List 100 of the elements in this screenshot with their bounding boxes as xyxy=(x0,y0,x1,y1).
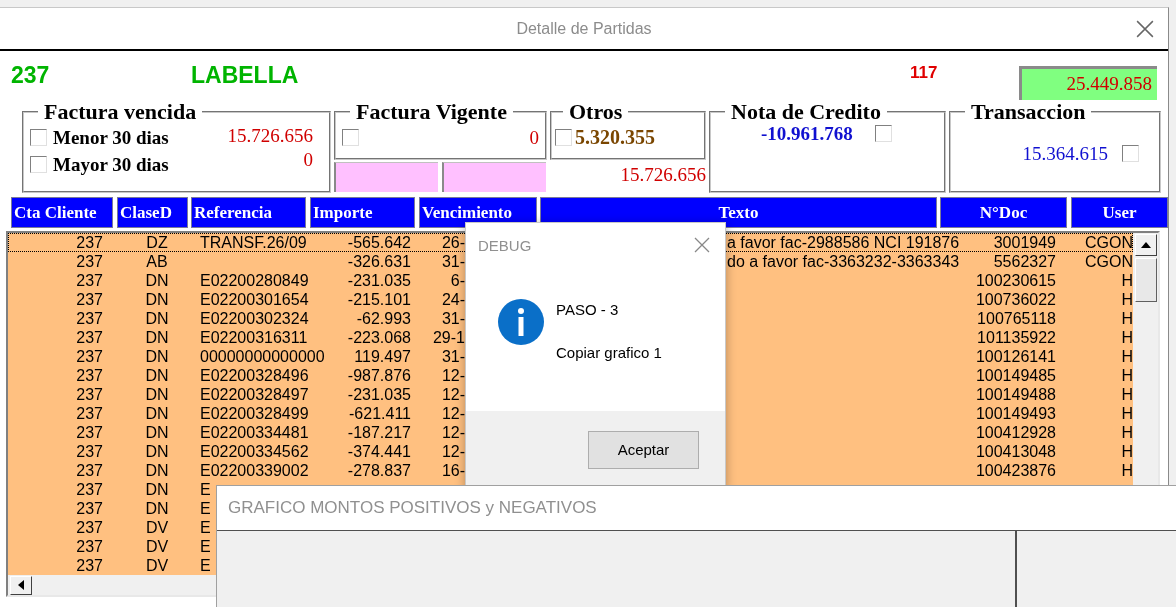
table-cell: H xyxy=(1121,461,1133,480)
checkbox[interactable] xyxy=(30,129,47,146)
table-cell: do a favor fac-3363232-3363343 xyxy=(727,252,960,271)
table-cell: DN xyxy=(145,385,169,404)
amount: 5.320.355 xyxy=(575,126,655,149)
table-cell: -621.411 xyxy=(349,404,411,423)
table-cell: DN xyxy=(145,442,169,461)
amount: -10.961.768 xyxy=(761,122,853,145)
amount: 15.364.615 xyxy=(1022,142,1108,165)
table-cell: E xyxy=(200,518,211,537)
up-arrow-icon xyxy=(1140,242,1151,248)
table-cell: 29-1 xyxy=(432,328,465,347)
table-cell: -231.035 xyxy=(347,271,411,290)
column-header[interactable]: Referencia xyxy=(191,197,306,228)
table-cell: 00000000000000 xyxy=(200,347,325,366)
table-cell: 100413048 xyxy=(975,442,1056,461)
dialog-message: PASO - 3 xyxy=(556,301,620,318)
close-icon xyxy=(1136,19,1154,38)
table-cell: DV xyxy=(145,556,169,575)
column-header[interactable]: Importe xyxy=(310,197,415,228)
table-cell: -278.837 xyxy=(347,461,411,480)
table-cell: DN xyxy=(145,404,169,423)
table-cell: E xyxy=(200,537,211,556)
dialog-message: Copiar grafico 1 xyxy=(556,344,662,361)
table-cell: 26- xyxy=(441,233,465,252)
table-cell: DN xyxy=(145,309,169,328)
input-field[interactable] xyxy=(334,162,438,192)
table-cell: H xyxy=(1121,328,1133,347)
table-cell: -374.441 xyxy=(347,442,411,461)
table-cell: DN xyxy=(145,290,169,309)
checkbox[interactable] xyxy=(342,129,359,146)
checkbox[interactable] xyxy=(874,125,892,142)
scroll-left-button[interactable] xyxy=(10,575,32,595)
table-cell: 31- xyxy=(441,252,465,271)
window-title: Detalle de Partidas xyxy=(516,19,652,38)
table-cell: -223.068 xyxy=(347,328,411,347)
table-cell: 237 xyxy=(76,309,103,328)
table-cell: DN xyxy=(145,423,169,442)
table-cell: H xyxy=(1121,366,1133,385)
checkbox[interactable] xyxy=(1122,145,1139,162)
table-cell: -62.993 xyxy=(356,309,411,328)
option-label: Mayor 30 dias xyxy=(53,153,169,176)
table-cell: 237 xyxy=(76,233,103,252)
table-cell: 12- xyxy=(441,366,465,385)
table-cell: 100412928 xyxy=(975,423,1056,442)
table-cell: 237 xyxy=(76,385,103,404)
scroll-up-button[interactable] xyxy=(1134,234,1157,256)
table-cell: 237 xyxy=(76,461,103,480)
table-cell: E xyxy=(200,480,211,499)
table-cell: E02200339002 xyxy=(200,461,309,480)
left-arrow-icon xyxy=(18,580,24,590)
table-cell: 237 xyxy=(76,366,103,385)
table-cell: DZ xyxy=(146,233,168,252)
table-cell: E02200302324 xyxy=(200,309,309,328)
table-cell: 3001949 xyxy=(993,233,1056,252)
column-header[interactable]: Cta Cliente xyxy=(11,197,113,228)
column-header[interactable]: User xyxy=(1071,197,1168,228)
amount: 15.726.656 xyxy=(227,124,313,147)
table-cell: 119.497 xyxy=(354,347,411,366)
group-title: Factura vencida xyxy=(43,100,198,124)
table-cell: AB xyxy=(146,252,168,271)
table-cell: 31- xyxy=(441,309,465,328)
table-cell: 31- xyxy=(441,347,465,366)
table-cell: 237 xyxy=(76,290,103,309)
table-cell: TRANSF.26/09 xyxy=(200,233,307,252)
table-cell: H xyxy=(1121,347,1133,366)
table-cell: DV xyxy=(145,518,169,537)
table-cell: DN xyxy=(145,366,169,385)
table-cell: E02200334562 xyxy=(200,442,309,461)
checkbox[interactable] xyxy=(555,129,572,146)
table-cell: -187.217 xyxy=(347,423,411,442)
table-cell: -215.101 xyxy=(347,290,411,309)
table-cell: E02200328499 xyxy=(200,404,309,423)
accept-button[interactable]: Aceptar xyxy=(588,430,699,469)
table-cell: 237 xyxy=(76,442,103,461)
option-label: Menor 30 dias xyxy=(53,126,169,149)
checkbox[interactable] xyxy=(30,156,47,173)
table-cell: 100423876 xyxy=(975,461,1056,480)
table-cell: 16- xyxy=(441,461,465,480)
window-title: GRAFICO MONTOS POSITIVOS y NEGATIVOS xyxy=(228,498,597,518)
table-cell: E02200316311 xyxy=(200,328,308,347)
table-cell: 100149485 xyxy=(975,366,1056,385)
column-header[interactable]: N°Doc xyxy=(940,197,1067,228)
scroll-thumb[interactable] xyxy=(1134,258,1157,302)
table-cell: 12- xyxy=(441,423,465,442)
column-header[interactable]: Texto xyxy=(540,197,937,228)
table-cell: CGON xyxy=(1085,233,1133,252)
table-cell: DN xyxy=(145,271,169,290)
table-cell: DN xyxy=(145,461,169,480)
table-cell: 100230615 xyxy=(975,271,1056,290)
input-field[interactable] xyxy=(442,162,546,192)
table-cell: 100736022 xyxy=(975,290,1056,309)
table-cell: H xyxy=(1121,442,1133,461)
group-title: Transaccion xyxy=(970,100,1087,124)
table-cell: H xyxy=(1121,385,1133,404)
table-cell: E02200328497 xyxy=(200,385,309,404)
table-cell: E02200280849 xyxy=(200,271,309,290)
column-header[interactable]: ClaseD xyxy=(117,197,188,228)
table-cell: E xyxy=(200,499,211,518)
table-cell: 237 xyxy=(76,347,103,366)
